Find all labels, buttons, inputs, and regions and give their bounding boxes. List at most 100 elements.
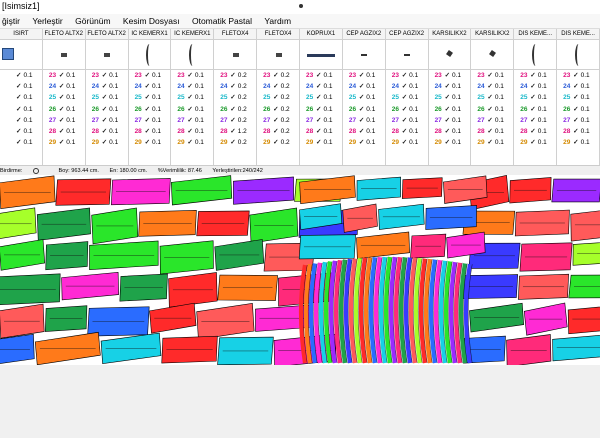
size-row[interactable]: 23 ✓ 0.1 [392, 70, 428, 81]
size-row[interactable]: 27 ✓ 0.1 [563, 115, 599, 126]
piece-column-header[interactable]: CEP AGZIX2 [385, 29, 428, 40]
checkmark-icon[interactable]: ✓ [230, 72, 235, 79]
checkmark-icon[interactable]: ✓ [273, 94, 278, 101]
size-row[interactable]: 25 ✓ 0.1 [306, 92, 342, 103]
size-row[interactable]: 25 ✓ 0.1 [520, 92, 556, 103]
piece-column[interactable]: CEP AGZIX2 23 ✓ 0.1 24 ✓ 0.1 25 ✓ 0.1 26 ✓ 0.1 27 ✓ 0.1… [385, 29, 429, 165]
checkmark-icon[interactable]: ✓ [16, 106, 21, 113]
checkmark-icon[interactable]: ✓ [445, 117, 450, 124]
checkmark-icon[interactable]: ✓ [102, 139, 107, 146]
checkmark-icon[interactable]: ✓ [230, 139, 235, 146]
size-row[interactable]: 26 ✓ 0.1 [392, 104, 428, 115]
size-row[interactable]: 26 ✓ 0.2 [220, 104, 256, 115]
piece-column-header[interactable]: DIS KEME... [557, 29, 599, 40]
checkmark-icon[interactable]: ✓ [59, 72, 64, 79]
pattern-piece[interactable] [506, 334, 552, 365]
size-row[interactable]: 23 ✓ 0.2 [263, 70, 299, 81]
size-row[interactable]: 23 ✓ 0.1 [520, 70, 556, 81]
size-row[interactable]: 29 ✓ 0.1 [392, 137, 428, 148]
piece-column[interactable]: KOPRUX1 23 ✓ 0.1 24 ✓ 0.1 25 ✓ 0.1 26 ✓ 0.1 27 ✓ 0.1 28 ✓… [300, 29, 343, 165]
size-row[interactable]: ✓ 0.1 [6, 81, 42, 92]
checkmark-icon[interactable]: ✓ [16, 117, 21, 124]
checkmark-icon[interactable]: ✓ [487, 117, 492, 124]
piece-column-header[interactable]: CEP AGZIX2 [342, 29, 385, 40]
checkmark-icon[interactable]: ✓ [316, 94, 321, 101]
size-row[interactable]: 28 ✓ 0.2 [263, 126, 299, 137]
checkmark-icon[interactable]: ✓ [359, 106, 364, 113]
size-row[interactable]: 25 ✓ 0.2 [263, 92, 299, 103]
checkmark-icon[interactable]: ✓ [402, 94, 407, 101]
size-row[interactable]: 24 ✓ 0.1 [92, 81, 128, 92]
checkmark-icon[interactable]: ✓ [16, 128, 21, 135]
checkmark-icon[interactable]: ✓ [573, 139, 578, 146]
size-row[interactable]: 23 ✓ 0.1 [135, 70, 171, 81]
checkmark-icon[interactable]: ✓ [573, 83, 578, 90]
menu-item-kesim-dosyasi[interactable]: Kesim Dosyası [123, 14, 180, 29]
checkmark-icon[interactable]: ✓ [573, 72, 578, 79]
size-row[interactable]: 28 ✓ 0.1 [92, 126, 128, 137]
menu-item-gorunum[interactable]: Görünüm [75, 14, 110, 29]
checkmark-icon[interactable]: ✓ [402, 83, 407, 90]
piece-column-header[interactable]: FLETO ALTX2 [42, 29, 85, 40]
piece-column-header[interactable]: FLETO ALTX2 [85, 29, 128, 40]
checkmark-icon[interactable]: ✓ [16, 139, 21, 146]
checkmark-icon[interactable]: ✓ [102, 117, 107, 124]
checkmark-icon[interactable]: ✓ [445, 106, 450, 113]
size-row[interactable]: 28 ✓ 0.1 [435, 126, 471, 137]
size-row[interactable]: 25 ✓ 0.1 [92, 92, 128, 103]
size-row[interactable]: ✓ 0.1 [6, 92, 42, 103]
size-row[interactable]: 25 ✓ 0.1 [477, 92, 513, 103]
checkmark-icon[interactable]: ✓ [530, 117, 535, 124]
piece-column[interactable]: DIS KEME... 23 ✓ 0.1 24 ✓ 0.1 25 ✓ 0.1 26 ✓ 0.1 27 ✓ 0.… [557, 29, 600, 165]
size-row[interactable]: 24 ✓ 0.1 [306, 81, 342, 92]
checkmark-icon[interactable]: ✓ [316, 117, 321, 124]
size-row[interactable]: 24 ✓ 0.1 [477, 81, 513, 92]
size-row[interactable]: 27 ✓ 0.1 [92, 115, 128, 126]
checkmark-icon[interactable]: ✓ [16, 72, 21, 79]
checkmark-icon[interactable]: ✓ [445, 83, 450, 90]
checkmark-icon[interactable]: ✓ [230, 128, 235, 135]
size-row[interactable]: 25 ✓ 0.1 [349, 92, 385, 103]
piece-column[interactable]: FLETO ALTX2 23 ✓ 0.1 24 ✓ 0.1 25 ✓ 0.1 26 ✓ 0.1 27 ✓ 0.… [85, 29, 129, 165]
piece-column-header[interactable]: KOPRUX1 [300, 29, 342, 40]
menu-item-otomatik-pastal[interactable]: Otomatik Pastal [192, 14, 252, 29]
size-row[interactable]: 25 ✓ 0.1 [135, 92, 171, 103]
checkmark-icon[interactable]: ✓ [359, 117, 364, 124]
checkmark-icon[interactable]: ✓ [316, 139, 321, 146]
size-row[interactable]: 28 ✓ 0.1 [349, 126, 385, 137]
marker-layout[interactable] [0, 175, 600, 365]
checkmark-icon[interactable]: ✓ [359, 139, 364, 146]
size-row[interactable]: 28 ✓ 0.1 [177, 126, 213, 137]
checkmark-icon[interactable]: ✓ [487, 128, 492, 135]
checkmark-icon[interactable]: ✓ [273, 106, 278, 113]
checkmark-icon[interactable]: ✓ [102, 128, 107, 135]
size-row[interactable]: ✓ 0.1 [6, 126, 42, 137]
checkmark-icon[interactable]: ✓ [359, 94, 364, 101]
checkmark-icon[interactable]: ✓ [230, 83, 235, 90]
piece-column-header[interactable]: DIS KEME... [514, 29, 557, 40]
piece-column[interactable]: FLETOX4 23 ✓ 0.2 24 ✓ 0.2 25 ✓ 0.2 26 ✓ 0.2 27 ✓ 0.2 28 ✓… [214, 29, 258, 165]
size-row[interactable]: 23 ✓ 0.1 [49, 70, 85, 81]
size-row[interactable]: 26 ✓ 0.1 [177, 104, 213, 115]
size-row[interactable]: 27 ✓ 0.1 [349, 115, 385, 126]
size-row[interactable]: ✓ 0.1 [6, 70, 42, 81]
piece-column-header[interactable]: KARSILIKX2 [428, 29, 471, 40]
size-row[interactable]: 23 ✓ 0.1 [563, 70, 599, 81]
checkmark-icon[interactable]: ✓ [445, 72, 450, 79]
checkmark-icon[interactable]: ✓ [316, 106, 321, 113]
checkmark-icon[interactable]: ✓ [59, 128, 64, 135]
checkmark-icon[interactable]: ✓ [145, 94, 150, 101]
birdirme-radio[interactable] [32, 167, 39, 174]
size-row[interactable]: 27 ✓ 0.1 [177, 115, 213, 126]
checkmark-icon[interactable]: ✓ [187, 106, 192, 113]
size-row[interactable]: 29 ✓ 0.2 [263, 137, 299, 148]
checkmark-icon[interactable]: ✓ [59, 83, 64, 90]
piece-column[interactable]: KARSILIKX2 23 ✓ 0.1 24 ✓ 0.1 25 ✓ 0.1 26 ✓ 0.1 27 ✓ 0.1… [428, 29, 472, 165]
checkmark-icon[interactable]: ✓ [102, 83, 107, 90]
checkmark-icon[interactable]: ✓ [102, 72, 107, 79]
checkmark-icon[interactable]: ✓ [145, 139, 150, 146]
size-row[interactable]: 25 ✓ 0.1 [435, 92, 471, 103]
size-row[interactable]: 26 ✓ 0.1 [477, 104, 513, 115]
size-row[interactable]: 27 ✓ 0.1 [435, 115, 471, 126]
checkmark-icon[interactable]: ✓ [187, 83, 192, 90]
